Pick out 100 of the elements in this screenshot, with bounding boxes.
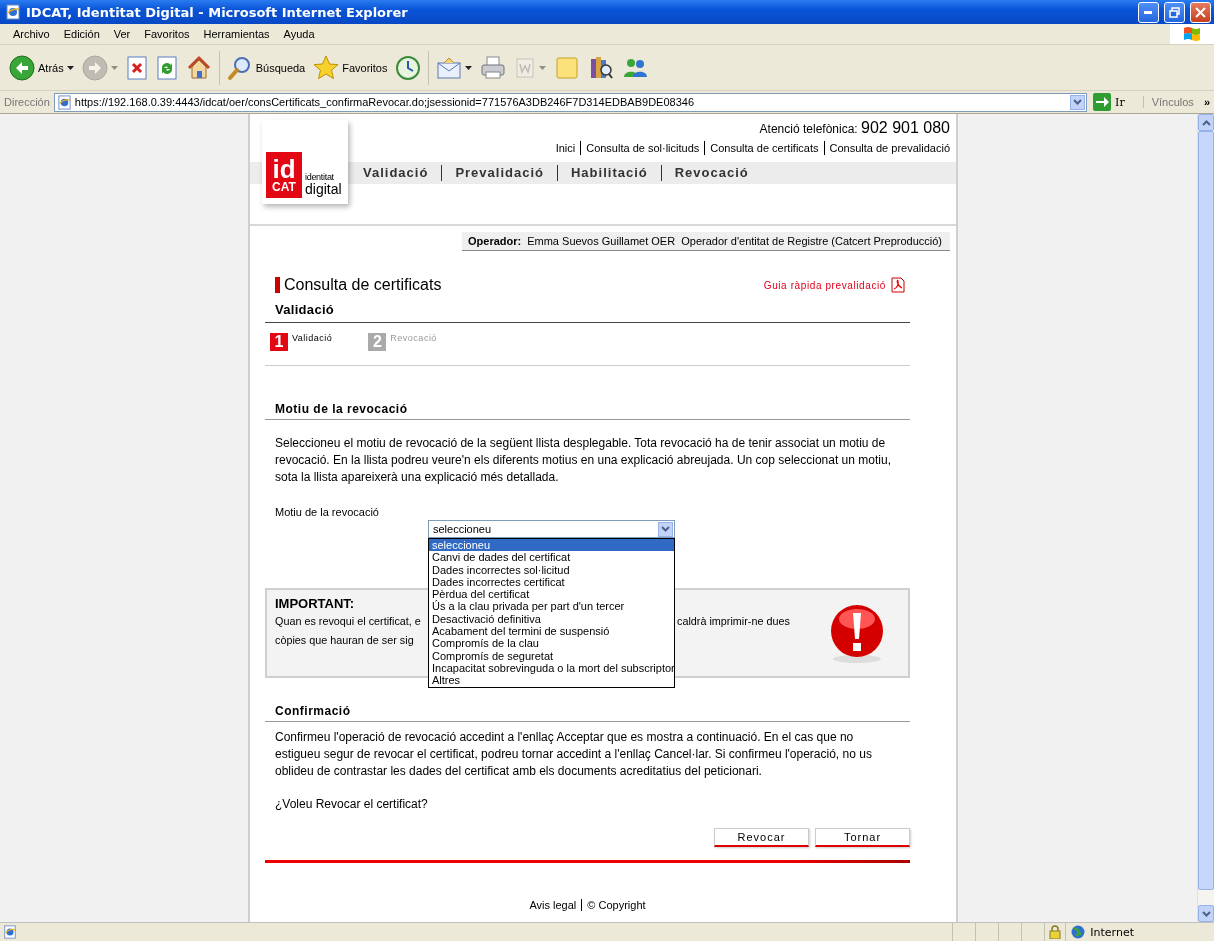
logo-text: identitat — [305, 172, 335, 183]
step-label: Validació — [292, 333, 333, 343]
menu-item[interactable]: Favoritos — [137, 28, 197, 40]
phone-label: Atenció telefònica: — [759, 122, 858, 136]
important-title: IMPORTANT: — [275, 596, 355, 611]
header-link[interactable]: Consulta de certificats — [704, 141, 824, 155]
links-label[interactable]: Vínculos — [1151, 96, 1194, 108]
minimize-button[interactable] — [1138, 1, 1159, 23]
toolbar-button[interactable]: Búsqueda — [223, 52, 309, 83]
logo-text: digital — [305, 183, 342, 196]
restore-button[interactable] — [1164, 1, 1185, 23]
important-text: còpies que hauran de ser sig — [275, 633, 415, 648]
close-icon — [1195, 6, 1206, 18]
caret-icon — [66, 65, 74, 70]
exclamation-icon — [828, 604, 886, 664]
minimize-icon — [1144, 10, 1153, 14]
menu-item[interactable]: Ayuda — [276, 28, 322, 40]
dropdown-option[interactable]: Incapacitat sobrevinguda o la mort del subscriptor — [429, 661, 674, 675]
guide-link[interactable]: Guia ràpida prevalidació — [763, 279, 886, 291]
reason-select[interactable]: seleccioneu — [428, 520, 675, 538]
chevron-down-icon — [661, 526, 670, 532]
printer-icon — [480, 54, 507, 81]
dropdown-option[interactable]: Compromís de seguretat — [429, 649, 674, 662]
caret-icon — [465, 65, 473, 70]
dropdown-option[interactable]: Desactivació definitiva — [429, 612, 674, 626]
scroll-up-button[interactable] — [1198, 114, 1214, 131]
header-link[interactable]: Consulta de sol·licituds — [580, 141, 705, 155]
logo-text: CAT — [272, 180, 296, 194]
section-heading: Motiu de la revocació — [265, 402, 910, 420]
dropdown-option[interactable]: Dades incorrectes sol·licitud — [429, 563, 674, 576]
page-title: Consulta de certificats — [275, 277, 442, 293]
note-icon — [554, 54, 581, 81]
dropdown-option[interactable]: Dades incorrectes certificat — [429, 575, 674, 589]
dropdown-button[interactable] — [1070, 94, 1086, 110]
dropdown-option[interactable]: Pèrdua del certificat — [429, 588, 674, 601]
toolbar-button[interactable]: Atrás — [6, 52, 77, 83]
zone-label: Internet — [1090, 925, 1134, 939]
scroll-down-button[interactable] — [1198, 905, 1214, 922]
footer-link[interactable]: Avis legal — [524, 899, 582, 911]
dropdown-option[interactable]: seleccioneu — [429, 539, 674, 552]
nav-link[interactable]: Prevalidació — [441, 165, 557, 181]
address-label: Dirección — [4, 96, 50, 108]
menu-item[interactable]: Edición — [56, 28, 107, 40]
close-button[interactable] — [1190, 1, 1211, 23]
more-chevron[interactable]: » — [1203, 96, 1210, 108]
page-icon — [56, 94, 72, 110]
pdf-icon[interactable] — [891, 277, 905, 293]
caret-icon — [110, 65, 118, 70]
nav-link[interactable]: Validació — [350, 165, 442, 181]
browser-page-icon — [5, 4, 21, 20]
page-icon — [3, 925, 17, 939]
toolbar-button[interactable]: Favoritos — [310, 52, 391, 83]
section-subtitle: Validació — [265, 293, 910, 323]
chevron-up-icon — [1201, 119, 1211, 126]
chevron-down-icon — [1201, 910, 1211, 917]
header-link[interactable]: Consulta de prevalidació — [823, 141, 955, 155]
action-button[interactable]: Tornar — [815, 828, 910, 847]
search-icon — [226, 54, 253, 81]
restore-icon — [1169, 6, 1180, 18]
nav-link[interactable]: Revocació — [660, 165, 762, 181]
window-title: IDCAT, Identitat Digital - Microsoft Internet Explorer — [26, 4, 409, 20]
confirmation-question: ¿Voleu Revocar el certificat? — [274, 797, 429, 811]
menu-item[interactable]: Ver — [106, 28, 138, 40]
chevron-down-icon — [1073, 99, 1083, 105]
operator-name: Emma Suevos Guillamet OER — [527, 235, 676, 247]
action-button[interactable]: Revocar — [714, 828, 809, 847]
nav-link[interactable]: Habilitació — [557, 165, 661, 181]
section-heading: Confirmació — [265, 704, 910, 722]
confirmation-paragraph: Confirmeu l'operació de revocació accedint a l'enllaç Acceptar que es mostra a continuació. En el cas que no estigueu segur de revocar el certificat, podreu tornar accedint a l'enllaç Cancel·lar. Si confirmeu l'operació, no us oblideu de contrastar les dades del certificat amb els documents acreditatius del peticionari. — [274, 729, 873, 780]
lock-icon — [1049, 925, 1062, 939]
dropdown-button[interactable] — [658, 521, 673, 537]
important-text: Quan es revoqui el certificat, e — [275, 614, 422, 629]
dropdown-option[interactable]: Canvi de dades del certificat — [429, 551, 674, 564]
go-button[interactable]: Ir — [1091, 93, 1139, 111]
caret-icon — [539, 65, 547, 70]
dropdown-option[interactable]: Altres — [429, 674, 674, 687]
document-icon — [514, 55, 537, 80]
home-icon — [185, 54, 212, 81]
header-link[interactable]: Inici — [550, 141, 581, 155]
operator-label: Operador: — [468, 235, 522, 247]
globe-icon — [1071, 925, 1086, 939]
footer-link[interactable]: © Copyright — [581, 899, 651, 911]
flag-icon — [1170, 24, 1214, 44]
logo-text: id — [272, 156, 296, 181]
refresh-icon — [155, 55, 178, 80]
dropdown-option[interactable]: Acabament del termini de suspensió — [429, 625, 674, 638]
instructions-paragraph: Seleccioneu el motiu de revocació de la següent llista desplegable. Tota revocació ha de tenir associat un motiu de revocació. En la llista podreu veure'n els diferents motius en una explicació abreujada. Un cop seleccionat un motiu, sota la llista apareixerà una explicació més detallada. — [274, 435, 892, 486]
field-label: Motiu de la revocació — [274, 506, 380, 518]
star-icon — [313, 54, 340, 81]
address-field[interactable]: https://192.168.0.39:4443/idcat/oer/consCertificats_confirmaRevocar.do;jsessionid=771576A3DB246F7D314EDBAB9DE08346 — [53, 92, 1088, 112]
stop-icon — [125, 55, 148, 80]
history-clock-icon — [395, 54, 422, 81]
menu-item[interactable]: Archivo — [6, 28, 57, 40]
dropdown-option[interactable]: Ús a la clau privada per part d'un tercer — [429, 600, 674, 613]
menu-item[interactable]: Herramientas — [196, 28, 277, 40]
step-label: Revocació — [390, 333, 437, 343]
books-icon — [588, 54, 615, 81]
step-number: 2 — [368, 333, 387, 351]
important-text: caldrà imprimir-ne dues — [677, 614, 791, 629]
dropdown-option[interactable]: Compromís de la clau — [429, 637, 674, 650]
